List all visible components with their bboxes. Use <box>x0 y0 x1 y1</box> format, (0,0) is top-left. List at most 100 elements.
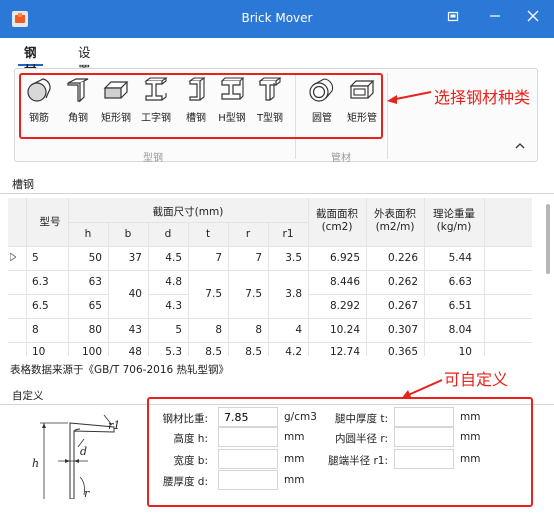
table-cell[interactable]: 8 <box>188 324 222 336</box>
table-cell[interactable]: 8 <box>228 324 262 336</box>
table-cell[interactable]: 4.3 <box>148 300 182 312</box>
channel-cross-section-diagram: r1 h d r <box>22 407 132 500</box>
window-title: Brick Mover <box>241 11 313 25</box>
table-cell[interactable]: 4 <box>268 324 302 336</box>
table-cell[interactable]: 4.8 <box>148 276 182 288</box>
table-cell[interactable]: 8 <box>32 324 39 336</box>
table-cell[interactable]: 80 <box>68 324 102 336</box>
col-t: t <box>205 228 211 240</box>
table-cell[interactable]: 8.446 <box>308 276 360 288</box>
table-cell[interactable]: 10 <box>32 346 45 356</box>
table-cell[interactable]: 8.292 <box>308 300 360 312</box>
table-cell[interactable]: 6.51 <box>424 300 472 312</box>
section-divider <box>0 193 554 194</box>
grid-line <box>148 294 188 295</box>
table-cell[interactable]: 37 <box>108 252 142 264</box>
grid-line <box>108 222 109 356</box>
col-area: 截面面积 (cm2) <box>316 208 358 233</box>
group-label-section-steel: 型钢 <box>143 153 163 164</box>
grid-line <box>308 198 309 356</box>
scrollbar-thumb[interactable] <box>546 204 550 274</box>
table-cell[interactable]: 10 <box>424 346 472 356</box>
arrow-down-left-icon <box>401 379 443 399</box>
table-cell[interactable]: 6.925 <box>308 252 360 264</box>
table-cell[interactable]: 8.5 <box>228 346 262 356</box>
table-cell[interactable]: 5.44 <box>424 252 472 264</box>
col-weight: 理论重量 (kg/m) <box>433 208 475 233</box>
steel-data-table: 型号 截面尺寸(mm) h b d t r r1 截面面积 (cm2) 外表面积(… <box>8 198 544 356</box>
table-cell-merged[interactable]: 7.5 <box>228 288 262 300</box>
tab-settings[interactable]: 设置 <box>72 44 97 78</box>
table-cell[interactable]: 8.04 <box>424 324 472 336</box>
table-scrollbar[interactable] <box>544 200 552 354</box>
table-cell[interactable]: 8.5 <box>188 346 222 356</box>
grid-line <box>26 198 27 356</box>
table-cell[interactable]: 7 <box>188 252 222 264</box>
grid-line <box>366 198 367 356</box>
table-cell-merged[interactable]: 3.8 <box>268 288 302 300</box>
table-cell[interactable]: 4.2 <box>268 346 302 356</box>
diagram-label-r1: r1 <box>108 419 121 432</box>
table-cell[interactable]: 12.74 <box>308 346 360 356</box>
col-model: 型号 <box>39 216 61 228</box>
table-cell[interactable]: 50 <box>68 252 102 264</box>
chevron-up-icon[interactable] <box>515 139 525 153</box>
col-r1: r1 <box>282 228 294 240</box>
diagram-label-r: r <box>84 487 90 500</box>
table-cell[interactable]: 6.5 <box>32 300 49 312</box>
title-bar: Brick Mover <box>0 0 554 38</box>
table-cell[interactable]: 43 <box>108 324 142 336</box>
annotation-select-type: 选择钢材种类 <box>434 88 531 107</box>
table-cell[interactable]: 0.267 <box>366 300 418 312</box>
col-r: r <box>245 228 251 240</box>
source-note: 表格数据来源于《GB/T 706-2016 热轧型钢》 <box>10 364 230 376</box>
table-cell[interactable]: 4.5 <box>148 252 182 264</box>
grid-line <box>228 222 229 356</box>
table-cell[interactable]: 100 <box>68 346 102 356</box>
table-cell[interactable]: 63 <box>68 276 102 288</box>
group-separator <box>387 73 388 159</box>
group-label-pipes: 管材 <box>331 153 351 164</box>
col-d: d <box>164 228 172 240</box>
arrow-left-icon <box>387 91 432 104</box>
grid-line <box>68 198 69 356</box>
table-cell[interactable]: 10.24 <box>308 324 360 336</box>
col-b: b <box>124 228 132 240</box>
grid-line <box>308 294 532 295</box>
col-dims-group: 截面尺寸(mm) <box>152 206 224 218</box>
minimize-icon[interactable] <box>482 6 508 32</box>
table-cell[interactable]: 0.365 <box>366 346 418 356</box>
diagram-label-d: d <box>80 445 88 458</box>
grid-line <box>8 246 532 247</box>
grid-line <box>484 198 485 356</box>
diagram-label-h: h <box>32 457 40 470</box>
col-surface: 外表面积 (m2/m) <box>374 208 416 233</box>
grid-line <box>268 222 269 356</box>
table-cell[interactable]: 48 <box>108 346 142 356</box>
table-cell[interactable]: 5 <box>148 324 182 336</box>
custom-section-title: 自定义 <box>12 390 44 402</box>
section-title: 槽钢 <box>12 178 34 191</box>
table-cell[interactable]: 6.63 <box>424 276 472 288</box>
table-cell[interactable]: 3.5 <box>268 252 302 264</box>
highlight-box-custom <box>147 397 533 507</box>
table-cell[interactable]: 0.262 <box>366 276 418 288</box>
table-cell-merged[interactable]: 40 <box>108 288 142 300</box>
close-icon[interactable] <box>520 6 546 32</box>
grid-line <box>8 270 532 271</box>
grid-line <box>188 222 189 356</box>
table-cell[interactable]: 7 <box>228 252 262 264</box>
annotation-customizable: 可自定义 <box>444 370 509 389</box>
col-h: h <box>84 228 92 240</box>
table-cell[interactable]: 0.307 <box>366 324 418 336</box>
table-cell[interactable]: 6.3 <box>32 276 49 288</box>
table-cell[interactable]: 5.3 <box>148 346 182 356</box>
grid-line <box>148 222 149 356</box>
grid-line <box>8 318 532 319</box>
table-cell[interactable]: 65 <box>68 300 102 312</box>
table-cell[interactable]: 5 <box>32 252 39 264</box>
tab-steel[interactable]: 钢材 <box>18 44 43 78</box>
table-cell-merged[interactable]: 7.5 <box>188 288 222 300</box>
table-cell[interactable]: 0.226 <box>366 252 418 264</box>
restore-icon[interactable] <box>440 6 466 32</box>
